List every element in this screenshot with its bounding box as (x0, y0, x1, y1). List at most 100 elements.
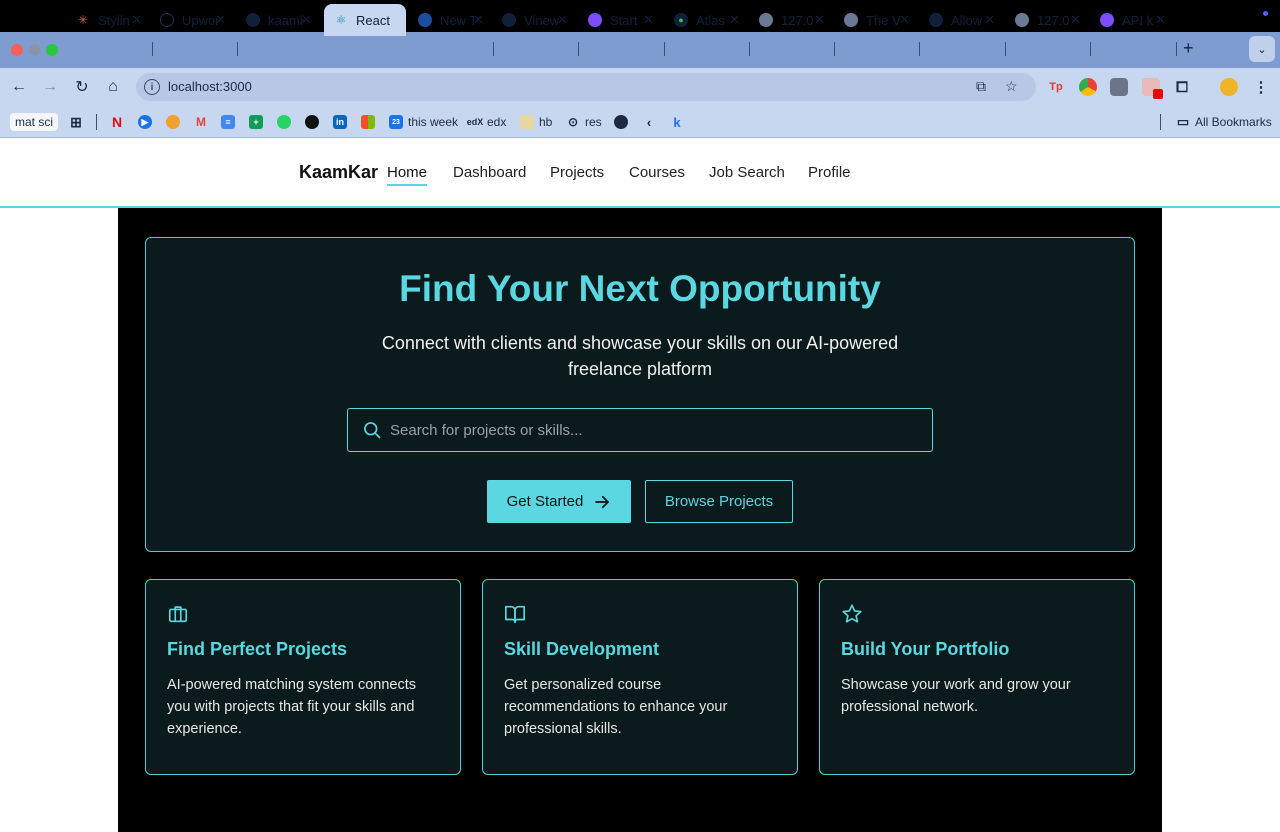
card-title: Find Perfect Projects (167, 639, 348, 659)
search-icon (364, 422, 381, 439)
browser-tab[interactable]: API k ✕ (1090, 4, 1174, 36)
tab-separator (1005, 42, 1006, 56)
close-tab-icon[interactable]: ✕ (814, 12, 825, 28)
compass-icon[interactable] (166, 113, 185, 131)
browser-tab[interactable]: ● Atlas ✕ (664, 4, 748, 36)
red-extension-icon[interactable] (1142, 78, 1163, 99)
browser-tab[interactable]: New Tab✕ (408, 4, 492, 36)
close-tab-icon[interactable]: ✕ (643, 12, 654, 28)
forward-icon[interactable]: → (40, 77, 60, 97)
main-content: Find Your Next Opportunity Connect with … (118, 208, 1162, 832)
bookmarks-bar: mat sci ⊞ N ▶ M ≡ + in 23 this week edX ed… (0, 106, 1280, 138)
tab-bar (0, 32, 1280, 68)
leaf-icon[interactable]: ‹ (642, 113, 661, 131)
nav-courses[interactable]: Courses (629, 164, 685, 181)
hero-title: Find Your Next Opportunity (399, 268, 881, 309)
close-tab-icon[interactable]: ✕ (301, 12, 312, 28)
close-tab-icon[interactable]: ✕ (729, 12, 740, 28)
browser-tab[interactable]: 127.0 ✕ (749, 4, 833, 36)
briefcase-icon (168, 606, 188, 623)
whatsapp-icon[interactable] (277, 113, 296, 131)
bookmark-star-icon[interactable]: ☆ (1005, 78, 1018, 95)
close-tab-icon[interactable]: ✕ (984, 12, 995, 28)
puzzle-extension-icon[interactable] (1110, 78, 1128, 96)
tab-separator (1176, 42, 1177, 56)
bookmark-chip[interactable]: mat sci (10, 113, 59, 131)
browser-toolbar: ← → ↻ ⌂ i localhost:3000 ⧉ ☆ Tp ⧠ ⋮ (0, 68, 1280, 106)
nav-profile[interactable]: Profile (808, 164, 851, 181)
close-tab-icon[interactable]: ✕ (1070, 12, 1081, 28)
globe-icon (844, 13, 858, 27)
browser-tab[interactable]: kaamkar✕ (236, 4, 320, 36)
chrome-extension-icon[interactable] (1079, 78, 1097, 96)
nav-job-search[interactable]: Job Search (709, 164, 785, 181)
home-icon[interactable]: ⌂ (103, 77, 123, 97)
reload-icon[interactable]: ↻ (72, 77, 92, 97)
close-window-button[interactable] (11, 44, 23, 56)
address-bar[interactable]: i localhost:3000 ⧉ ☆ (136, 73, 1036, 101)
minimize-window-button[interactable] (29, 44, 41, 56)
globe-icon (1015, 13, 1029, 27)
browse-projects-button[interactable]: Browse Projects (645, 480, 793, 523)
tab-separator (1090, 42, 1091, 56)
k-icon[interactable]: k (670, 113, 689, 131)
maximize-window-button[interactable] (46, 44, 58, 56)
netflix-icon[interactable]: N (110, 113, 129, 131)
browser-tab[interactable]: Upwork✕ (150, 4, 234, 36)
play-icon[interactable]: ▶ (138, 113, 157, 131)
back-icon[interactable]: ← (9, 77, 29, 97)
search-box (347, 408, 933, 452)
tp-extension-icon[interactable]: Tp (1047, 78, 1065, 96)
browser-tab[interactable]: Allow ✕ (919, 4, 1003, 36)
purple-icon (588, 13, 602, 27)
nav-projects[interactable]: Projects (550, 164, 604, 181)
bookmark-this-week[interactable]: 23 this week (389, 113, 458, 131)
url-text: localhost:3000 (168, 79, 252, 94)
tab-search-button[interactable]: ⌄ (1249, 36, 1275, 62)
card-title: Skill Development (504, 639, 660, 659)
github-icon (502, 13, 516, 27)
gmail-icon[interactable]: M (194, 113, 213, 131)
browser-tab[interactable]: Start ✕ (578, 4, 662, 36)
tab-separator (919, 42, 920, 56)
close-tab-icon[interactable]: ✕ (215, 12, 226, 28)
card-title: Build Your Portfolio (841, 639, 1010, 659)
browser-tab[interactable]: 127.0 ✕ (1005, 4, 1089, 36)
avatar[interactable] (1220, 78, 1238, 96)
bookmark-hb[interactable]: hb (520, 113, 552, 131)
tab-separator (749, 42, 750, 56)
bookmark-res[interactable]: ⊙ res (566, 113, 602, 131)
close-tab-icon[interactable]: ✕ (1155, 12, 1166, 28)
bookmark-edx[interactable]: edX edx (467, 113, 507, 131)
install-app-icon[interactable]: ⧉ (976, 78, 986, 95)
get-started-button[interactable]: Get Started (487, 480, 631, 523)
tab-separator (237, 42, 238, 56)
browser-tab[interactable]: ✳ Stylin ✕ (66, 4, 150, 36)
all-bookmarks[interactable]: ▭ All Bookmarks (1176, 113, 1272, 131)
close-tab-icon[interactable]: ✕ (899, 12, 910, 28)
search-input[interactable] (390, 419, 910, 441)
new-tab-button[interactable]: + (1183, 38, 1194, 59)
openai-icon[interactable] (305, 113, 324, 131)
menu-icon[interactable]: ⋮ (1252, 78, 1270, 96)
brand-logo[interactable]: KaamKar (299, 162, 378, 183)
site-info-icon[interactable]: i (144, 79, 160, 95)
close-tab-icon[interactable]: ✕ (557, 12, 568, 28)
status-dot (1263, 11, 1268, 16)
feature-card: Find Perfect Projects AI-powered matchin… (145, 579, 461, 775)
browser-tab[interactable]: Vinewood✕ (492, 4, 576, 36)
close-tab-icon[interactable]: ✕ (131, 12, 142, 28)
mask-icon[interactable] (614, 113, 633, 131)
close-tab-icon[interactable]: ✕ (473, 12, 484, 28)
microsoft-icon[interactable] (361, 113, 380, 131)
nav-home[interactable]: Home (387, 164, 428, 186)
browser-tab-active[interactable]: ⚛ React (324, 4, 406, 36)
apps-icon[interactable]: ⊞ (69, 113, 88, 131)
browser-tab[interactable]: The V ✕ (834, 4, 918, 36)
docs-icon[interactable]: ≡ (221, 113, 240, 131)
tab-separator (152, 42, 153, 56)
linkedin-icon[interactable]: in (333, 113, 352, 131)
extensions-icon[interactable]: ⧠ (1173, 78, 1191, 96)
nav-dashboard[interactable]: Dashboard (453, 164, 526, 181)
sheets-icon[interactable]: + (249, 113, 268, 131)
